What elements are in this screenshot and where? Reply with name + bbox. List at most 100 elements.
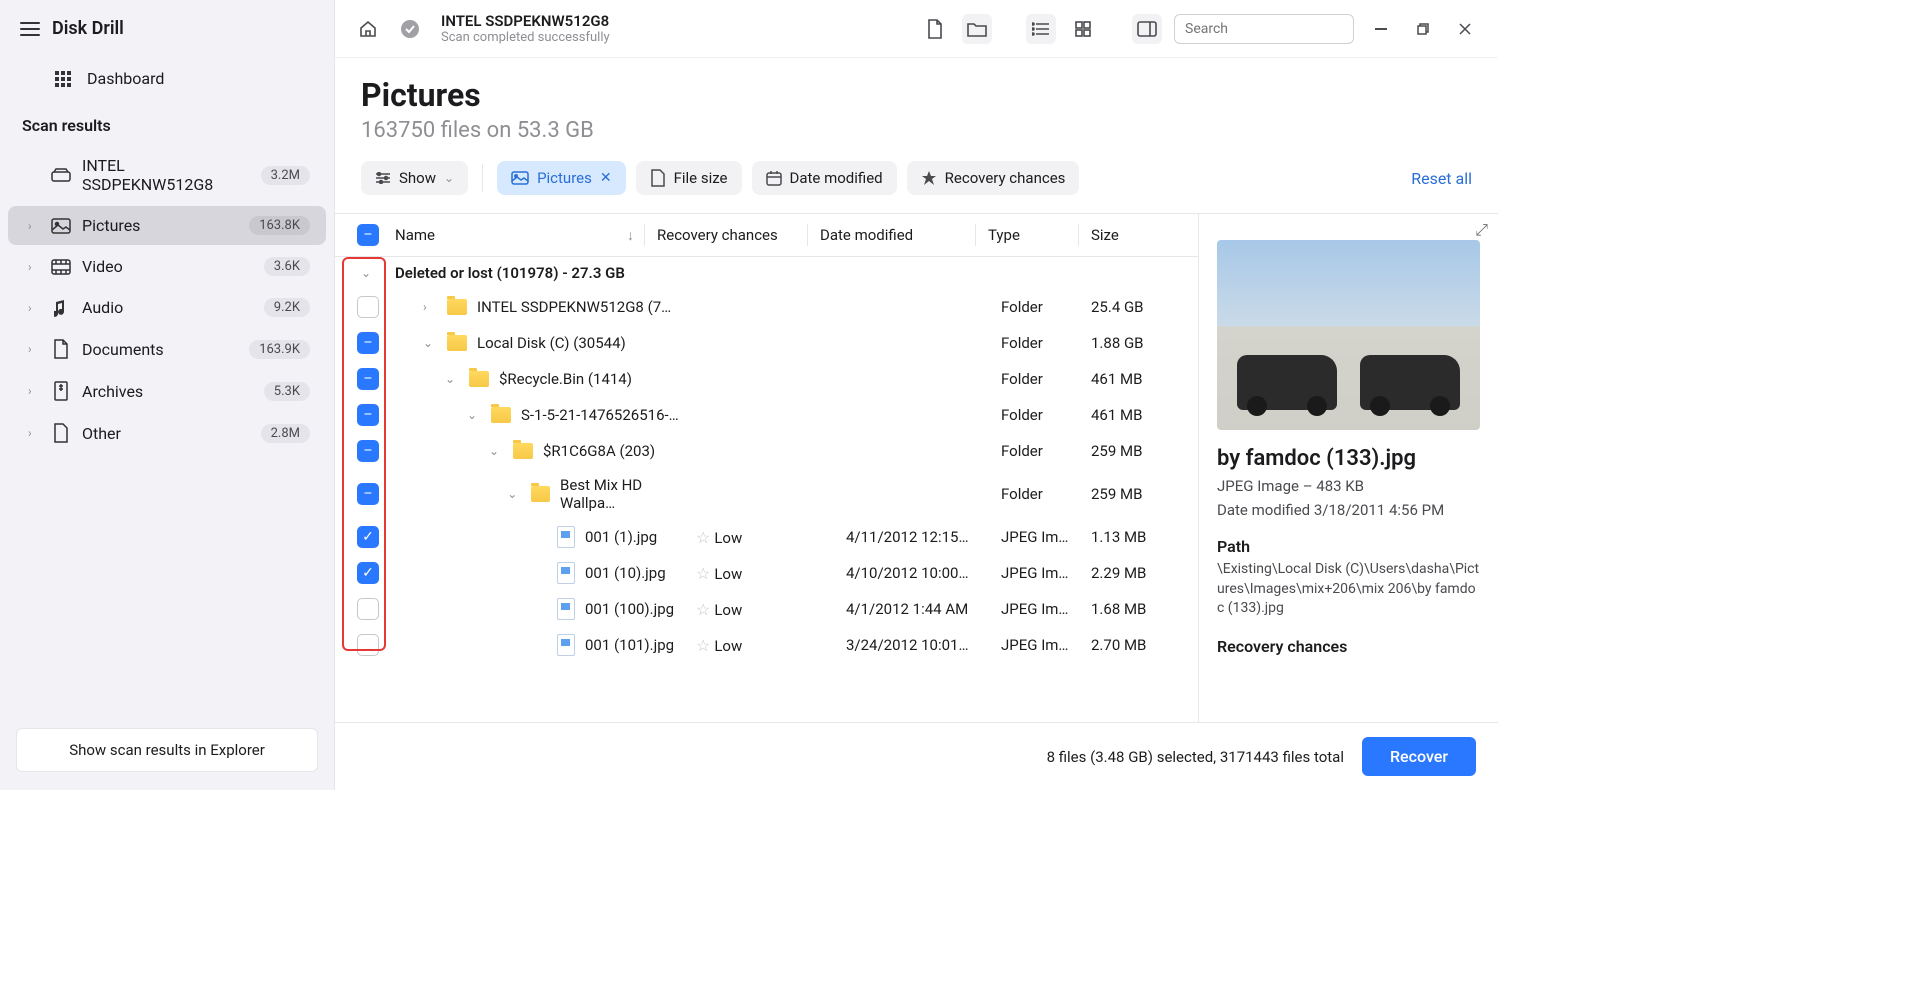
row-checkbox[interactable]: ✓ [357, 562, 379, 584]
image-file-icon [557, 598, 575, 620]
col-date[interactable]: Date modified [820, 226, 975, 244]
sliders-icon [375, 172, 391, 184]
star-icon[interactable]: ☆ [696, 600, 714, 619]
table-row[interactable]: –⌄$R1C6G8A (203)Folder259 MB [335, 433, 1198, 469]
recover-button[interactable]: Recover [1362, 737, 1476, 776]
maximize-button[interactable] [1408, 14, 1438, 44]
preview-modified: Date modified 3/18/2011 4:56 PM [1217, 501, 1480, 519]
sidebar-drive[interactable]: INTEL SSDPEKNW512G8 3.2M [8, 146, 326, 204]
table-row[interactable]: –⌄Local Disk (C) (30544)Folder1.88 GB [335, 325, 1198, 361]
table-row[interactable]: ›INTEL SSDPEKNW512G8 (7…Folder25.4 GB [335, 289, 1198, 325]
image-file-icon [557, 562, 575, 584]
row-checkbox[interactable] [357, 598, 379, 620]
header-subtitle: Scan completed successfully [441, 30, 610, 45]
sidebar-item-documents[interactable]: › Documents 163.9K [8, 329, 326, 369]
expand-icon[interactable]: ⤢ [1475, 220, 1488, 240]
remove-filter-icon[interactable]: ✕ [600, 170, 612, 186]
row-checkbox[interactable]: – [357, 368, 379, 390]
preview-meta: JPEG Image – 483 KB [1217, 477, 1480, 495]
row-checkbox[interactable]: – [357, 440, 379, 462]
search-input[interactable] [1174, 14, 1354, 44]
sidebar-item-pictures[interactable]: › Pictures 163.8K [8, 206, 326, 245]
row-name: $R1C6G8A (203) [543, 442, 655, 460]
image-file-icon [557, 634, 575, 656]
page-subtitle: 163750 files on 53.3 GB [361, 118, 1472, 143]
row-name: $Recycle.Bin (1414) [499, 370, 632, 388]
sort-arrow-icon[interactable]: ↓ [627, 227, 634, 244]
col-size[interactable]: Size [1091, 226, 1186, 244]
file-icon[interactable] [920, 14, 950, 44]
grid-view-icon[interactable] [1068, 14, 1098, 44]
sidebar-item-audio[interactable]: › Audio 9.2K [8, 288, 326, 327]
table-row[interactable]: 001 (100).jpg☆ Low4/1/2012 1:44 AMJPEG I… [335, 591, 1198, 627]
sidebar-item-other[interactable]: › Other 2.8M [8, 413, 326, 453]
row-name: INTEL SSDPEKNW512G8 (7… [477, 298, 671, 316]
table-row[interactable]: –⌄$Recycle.Bin (1414)Folder461 MB [335, 361, 1198, 397]
sidebar-item-archives[interactable]: › Archives 5.3K [8, 371, 326, 411]
chevron-down-icon[interactable]: ⌄ [507, 487, 521, 501]
row-name: 001 (101).jpg [585, 636, 674, 654]
select-all-checkbox[interactable]: – [357, 224, 379, 246]
dashboard-icon [55, 71, 71, 87]
menu-icon[interactable] [20, 22, 40, 36]
chevron-right-icon: › [28, 426, 40, 440]
chevron-down-icon[interactable]: ⌄ [467, 408, 481, 422]
row-name: 001 (10).jpg [585, 564, 666, 582]
table-row[interactable]: –⌄Best Mix HD Wallpa…Folder259 MB [335, 469, 1198, 519]
chevron-down-icon[interactable]: ⌄ [423, 336, 437, 350]
close-button[interactable] [1450, 14, 1480, 44]
preview-path-label: Path [1217, 537, 1480, 556]
row-checkbox[interactable]: – [357, 404, 379, 426]
row-checkbox[interactable]: – [357, 483, 379, 505]
chevron-down-icon[interactable]: ⌄ [361, 266, 375, 280]
minimize-button[interactable] [1366, 14, 1396, 44]
col-recovery[interactable]: Recovery chances [657, 226, 807, 244]
header-title: INTEL SSDPEKNW512G8 [441, 12, 610, 30]
filter-file-size[interactable]: File size [636, 161, 742, 195]
table-row[interactable]: 001 (101).jpg☆ Low3/24/2012 10:01…JPEG I… [335, 627, 1198, 663]
chevron-right-icon: › [28, 260, 40, 274]
chevron-right-icon[interactable]: › [423, 300, 437, 314]
selection-status: 8 files (3.48 GB) selected, 3171443 file… [1047, 748, 1344, 766]
star-icon[interactable]: ☆ [696, 636, 714, 655]
footer: 8 files (3.48 GB) selected, 3171443 file… [335, 722, 1498, 790]
row-checkbox[interactable]: ✓ [357, 526, 379, 548]
show-in-explorer-button[interactable]: Show scan results in Explorer [16, 728, 318, 772]
star-icon [921, 170, 937, 186]
sidebar-dashboard[interactable]: Dashboard [0, 57, 334, 100]
chevron-down-icon[interactable]: ⌄ [445, 372, 459, 386]
filter-recovery-chances[interactable]: Recovery chances [907, 161, 1080, 195]
col-name[interactable]: Name [395, 226, 435, 244]
app-title: Disk Drill [52, 18, 124, 39]
star-icon[interactable]: ☆ [696, 528, 714, 547]
status-check-icon [395, 14, 425, 44]
group-header-row[interactable]: ⌄ Deleted or lost (101978) - 27.3 GB [335, 257, 1198, 289]
folder-icon[interactable] [962, 14, 992, 44]
folder-icon [513, 443, 533, 459]
table-row[interactable]: ✓001 (1).jpg☆ Low4/11/2012 12:15…JPEG Im… [335, 519, 1198, 555]
folder-icon [469, 371, 489, 387]
filter-date-modified[interactable]: Date modified [752, 161, 897, 195]
show-filter[interactable]: Show ⌄ [361, 161, 468, 195]
filter-bar: Show ⌄ Pictures ✕ File size Date modifie… [335, 143, 1498, 213]
topbar: INTEL SSDPEKNW512G8 Scan completed succe… [335, 0, 1498, 58]
row-checkbox[interactable]: – [357, 332, 379, 354]
chevron-down-icon[interactable]: ⌄ [489, 444, 503, 458]
list-view-icon[interactable] [1026, 14, 1056, 44]
col-type[interactable]: Type [988, 226, 1078, 244]
reset-all-link[interactable]: Reset all [1411, 169, 1472, 188]
table-row[interactable]: ✓001 (10).jpg☆ Low4/10/2012 10:00…JPEG I… [335, 555, 1198, 591]
panel-toggle-icon[interactable] [1132, 14, 1162, 44]
home-icon[interactable] [353, 14, 383, 44]
sidebar-item-video[interactable]: › Video 3.6K [8, 247, 326, 286]
row-name: S-1-5-21-1476526516-… [521, 406, 679, 424]
table-row[interactable]: –⌄S-1-5-21-1476526516-…Folder461 MB [335, 397, 1198, 433]
row-checkbox[interactable] [357, 634, 379, 656]
file-icon [650, 169, 666, 187]
row-name: Best Mix HD Wallpa… [560, 476, 696, 512]
image-file-icon [557, 526, 575, 548]
filter-pictures[interactable]: Pictures ✕ [497, 161, 626, 195]
page-title: Pictures [361, 76, 1472, 114]
star-icon[interactable]: ☆ [696, 564, 714, 583]
row-checkbox[interactable] [357, 296, 379, 318]
